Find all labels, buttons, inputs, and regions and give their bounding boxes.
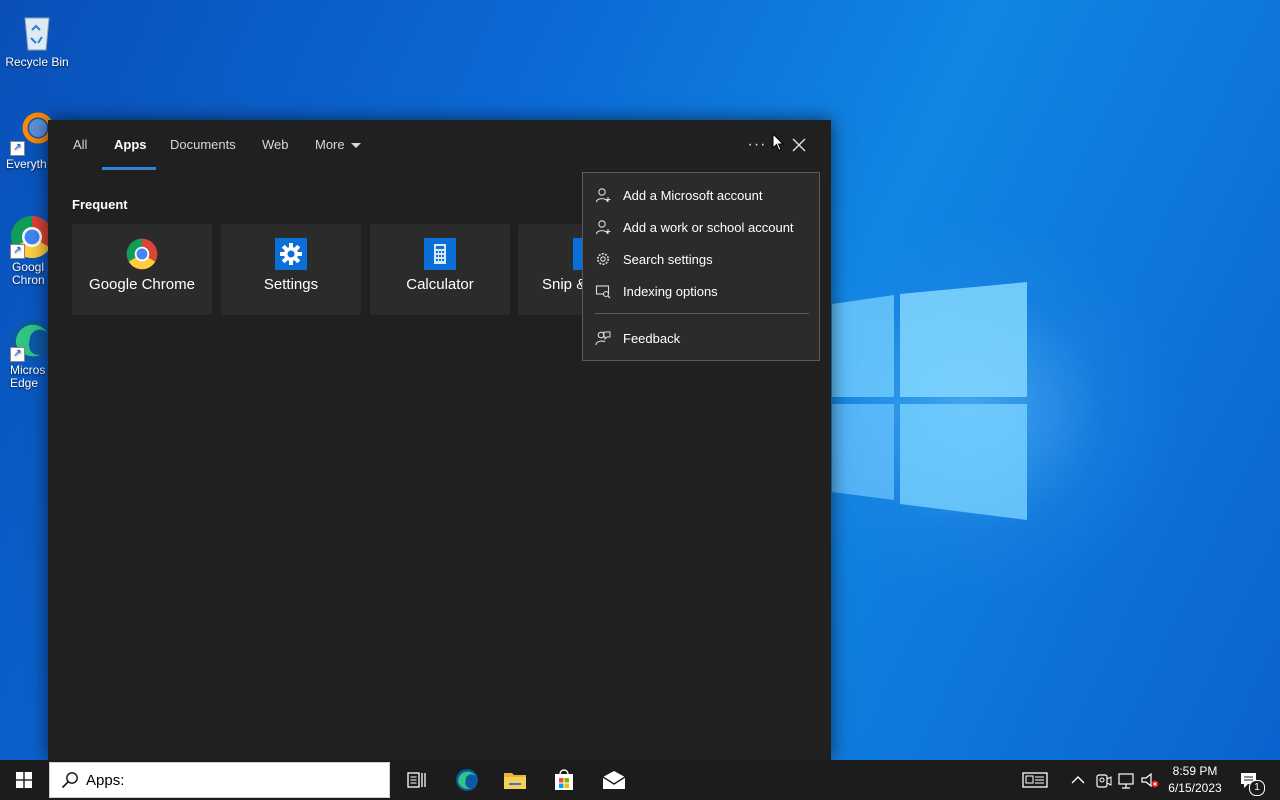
edge-icon[interactable] [455,768,479,792]
chrome-icon [126,238,158,270]
chevron-up-icon[interactable] [1070,768,1086,792]
tab-more[interactable]: More [315,137,361,152]
action-center-button[interactable]: 1 [1237,768,1265,796]
calculator-icon [424,238,456,270]
app-tile-calculator[interactable]: Calculator [370,224,510,315]
person-add-icon [595,188,611,203]
recycle-bin-icon [15,10,59,54]
start-button[interactable] [0,760,48,800]
frequent-heading: Frequent [72,197,128,212]
more-options-menu: Add a Microsoft account Add a work or sc… [582,172,820,361]
close-button[interactable] [786,132,812,158]
taskbar-search-box[interactable] [49,762,390,798]
more-options-button[interactable]: ··· [744,132,770,158]
taskbar-clock[interactable]: 8:59 PM 6/15/2023 [1160,763,1230,797]
tab-more-label: More [315,137,345,152]
tab-apps[interactable]: Apps [114,137,147,152]
mail-icon[interactable] [602,768,626,792]
menu-item-add-work-school-account[interactable]: Add a work or school account [583,212,819,242]
app-tile-label: Google Chrome [89,276,195,293]
clock-date: 6/15/2023 [1168,781,1222,795]
search-icon [61,772,78,789]
app-tile-settings[interactable]: Settings [221,224,361,315]
feedback-icon [595,331,611,346]
shortcut-arrow-icon: ↗ [10,244,25,259]
notification-count-badge: 1 [1249,780,1265,796]
close-icon [792,138,806,152]
clock-time: 8:59 PM [1172,764,1218,778]
menu-item-search-settings[interactable]: Search settings [583,244,819,274]
mouse-cursor-icon [772,133,784,152]
gear-icon [597,253,609,265]
menu-item-add-microsoft-account[interactable]: Add a Microsoft account [583,180,819,210]
menu-item-label: Add a Microsoft account [623,188,763,203]
task-view-icon[interactable] [405,768,429,792]
volume-muted-icon[interactable] [1140,768,1160,792]
person-add-icon [595,220,611,235]
meet-now-icon[interactable] [1094,768,1112,792]
chevron-down-icon [350,143,361,149]
app-tile-label: Calculator [406,276,474,293]
search-panel: All Apps Documents Web More ··· Frequent… [48,120,831,760]
snip-icon [573,238,582,270]
shortcut-arrow-icon: ↗ [10,141,25,156]
menu-item-label: Search settings [623,252,713,267]
gear-icon [275,238,307,270]
search-input[interactable] [86,770,376,790]
menu-item-label: Add a work or school account [623,220,794,235]
menu-item-feedback[interactable]: Feedback [583,323,819,353]
microsoft-store-icon[interactable] [552,768,576,792]
indexing-icon [595,285,611,299]
windows-start-icon [16,772,32,788]
tab-web[interactable]: Web [262,137,289,152]
active-tab-indicator [102,167,156,170]
menu-separator [595,313,809,314]
desktop-icon-recycle-bin[interactable]: Recycle Bin [0,10,74,69]
app-tile-label: Snip & [542,276,582,293]
search-tabs: All Apps Documents Web More ··· [48,120,831,172]
app-tile-google-chrome[interactable]: Google Chrome [72,224,212,315]
app-tile-label: Settings [263,276,319,293]
tab-all[interactable]: All [73,137,87,152]
app-tile-snip-and-sketch[interactable]: Snip & [518,224,582,315]
network-icon[interactable] [1117,768,1137,792]
taskbar: 8:59 PM 6/15/2023 1 [0,760,1280,800]
windows-logo-wallpaper [832,282,1027,520]
news-and-interests-icon[interactable] [1022,768,1048,792]
menu-item-indexing-options[interactable]: Indexing options [583,276,819,306]
menu-item-label: Indexing options [623,284,718,299]
shortcut-arrow-icon: ↗ [10,347,25,362]
file-explorer-icon[interactable] [503,768,527,792]
menu-item-label: Feedback [623,331,681,346]
tab-documents[interactable]: Documents [170,137,236,152]
